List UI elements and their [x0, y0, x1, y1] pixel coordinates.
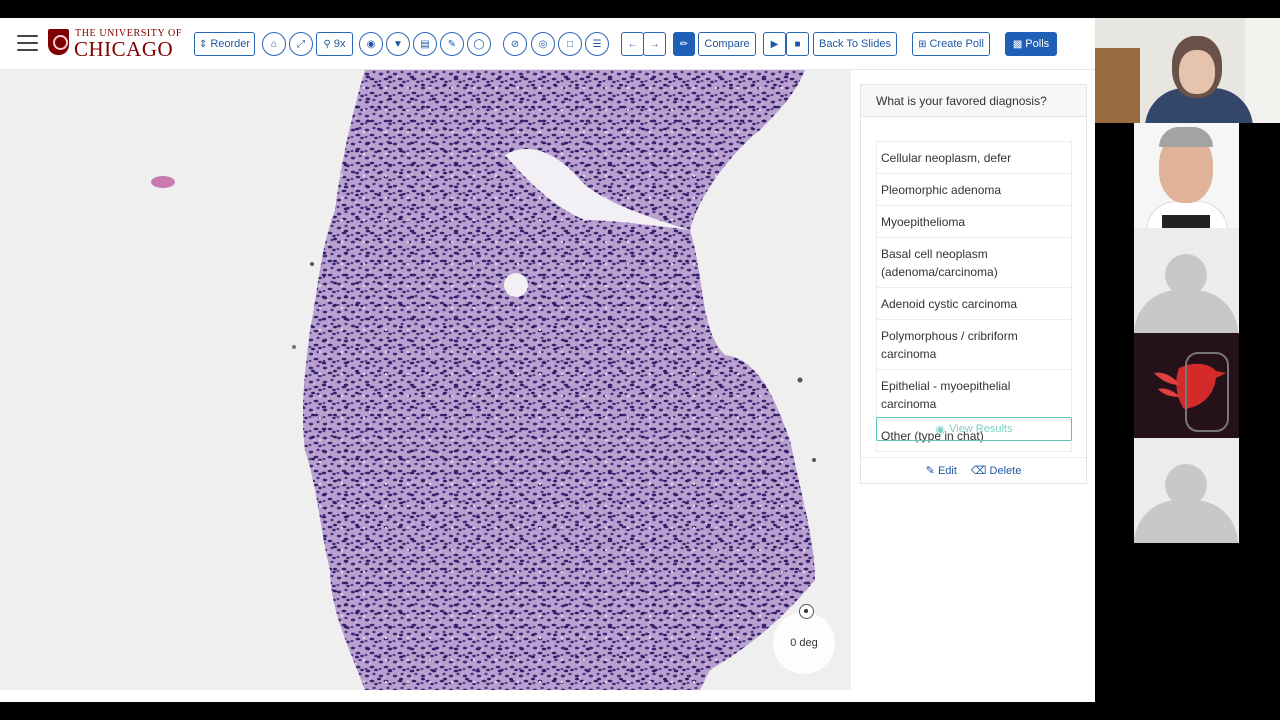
pencil-icon: ✎	[447, 38, 457, 50]
poll-option[interactable]: Cellular neoplasm, defer	[876, 141, 1072, 173]
poll-option[interactable]: Adenoid cystic carcinoma	[876, 287, 1072, 319]
sort-icon: ⇕	[198, 38, 208, 50]
expand-icon: ⤢	[297, 38, 305, 50]
toolbar: THE UNIVERSITY OF CHICAGO ⇕ Reorder ⌂ ⤢ ⚲…	[0, 18, 1095, 70]
view-results-button[interactable]: ◉ View Results	[876, 417, 1072, 441]
poll-panel: What is your favored diagnosis? Cellular…	[851, 70, 1095, 702]
poll-option[interactable]: Pleomorphic adenoma	[876, 173, 1072, 205]
trash-icon: ⌫	[970, 465, 987, 477]
stop-icon: ■	[794, 38, 801, 50]
polls-label: Polls	[1025, 38, 1050, 50]
menu-icon[interactable]	[17, 35, 38, 51]
rotation-knob[interactable]	[799, 604, 814, 619]
measure-button[interactable]: ⊘	[503, 32, 527, 56]
poll-option[interactable]: Basal cell neoplasm (adenoma/carcinoma)	[876, 237, 1072, 287]
poll-options: Cellular neoplasm, defer Pleomorphic ade…	[876, 141, 1072, 452]
video-icon: ▶	[770, 38, 779, 50]
lasso-button[interactable]: ◯	[467, 32, 491, 56]
zoom-label: 9x	[333, 38, 346, 50]
participant-avatar-3	[1134, 228, 1239, 333]
next-slide-button[interactable]: →	[643, 32, 666, 56]
arrow-left-icon: ←	[627, 38, 638, 50]
logo-line2: CHICAGO	[74, 37, 174, 61]
poll-option[interactable]: Epithelial - myoepithelial carcinoma	[876, 369, 1072, 419]
create-poll-button[interactable]: ⊞ Create Poll	[912, 32, 990, 56]
delete-poll-button[interactable]: ⌫ Delete	[971, 464, 1021, 484]
draw-button[interactable]: ✎	[440, 32, 464, 56]
zoom-button[interactable]: ⚲ 9x	[316, 32, 353, 56]
plus-square-icon: ⊞	[918, 38, 927, 50]
camera-icon: ◉	[366, 38, 376, 50]
back-to-slides-button[interactable]: Back To Slides	[813, 32, 897, 56]
eye-icon: ◉	[935, 423, 946, 436]
poll-option[interactable]: Polymorphous / cribriform carcinoma	[876, 319, 1072, 369]
reorder-button[interactable]: ⇕ Reorder	[194, 32, 255, 56]
annotation-list-button[interactable]: ☰	[585, 32, 609, 56]
snapshot-button[interactable]: ◉	[359, 32, 383, 56]
square-annotation-button[interactable]: □	[558, 32, 582, 56]
edit-label: Edit	[937, 465, 957, 477]
prev-slide-button[interactable]: ←	[621, 32, 644, 56]
polls-button[interactable]: ▩ Polls	[1005, 32, 1057, 56]
participant-logo-4	[1134, 333, 1239, 438]
pin-icon: ✏	[679, 38, 689, 50]
zoom-icon: ⚲	[323, 38, 331, 50]
create-poll-label: Create Poll	[929, 38, 984, 50]
filter-icon: ▼	[393, 38, 403, 50]
stop-button[interactable]: ■	[786, 32, 809, 56]
view-results-label: View Results	[949, 423, 1013, 435]
expand-button[interactable]: ⤢	[289, 32, 313, 56]
poll-option[interactable]: Myoepithelioma	[876, 205, 1072, 237]
back-to-slides-label: Back To Slides	[819, 38, 891, 50]
reorder-label: Reorder	[210, 38, 251, 50]
delete-label: Delete	[989, 465, 1022, 477]
shield-icon	[48, 29, 69, 55]
arrow-right-icon: →	[649, 38, 660, 50]
record-button[interactable]: ▶	[763, 32, 786, 56]
rotation-label: 0 deg	[790, 637, 818, 649]
participant-video-presenter	[1095, 18, 1280, 123]
poll-card-footer: ✎ Edit ⌫ Delete	[861, 457, 1086, 484]
home-button[interactable]: ⌂	[262, 32, 286, 56]
screen: THE UNIVERSITY OF CHICAGO ⇕ Reorder ⌂ ⤢ ⚲…	[0, 0, 1280, 720]
circle-target-icon: ◎	[538, 38, 548, 50]
home-icon: ⌂	[270, 38, 278, 50]
edit-poll-button[interactable]: ✎ Edit	[926, 464, 957, 484]
circle-annotation-button[interactable]: ◎	[531, 32, 555, 56]
tissue-slide-image	[0, 70, 851, 690]
measure-icon: ⊘	[510, 38, 520, 50]
rotation-control[interactable]: 0 deg	[773, 612, 835, 674]
slide-viewer-app: THE UNIVERSITY OF CHICAGO ⇕ Reorder ⌂ ⤢ ⚲…	[0, 18, 1095, 702]
compare-button[interactable]: Compare	[698, 32, 756, 56]
compare-label: Compare	[704, 38, 750, 50]
bar-chart-icon: ▩	[1012, 38, 1023, 50]
pin-button[interactable]: ✏	[673, 32, 695, 56]
monitor-icon: ▤	[420, 38, 430, 50]
bird-logo-icon	[1154, 352, 1229, 432]
participant-avatar-5	[1134, 438, 1239, 543]
square-icon: □	[566, 38, 574, 50]
poll-card: What is your favored diagnosis? Cellular…	[860, 84, 1087, 484]
slide-image-viewer[interactable]: 0 deg	[0, 70, 851, 690]
filter-button[interactable]: ▼	[386, 32, 410, 56]
list-icon: ☰	[592, 38, 602, 50]
participant-video-2	[1134, 123, 1239, 228]
poll-question: What is your favored diagnosis?	[861, 85, 1086, 117]
lasso-icon: ◯	[473, 38, 485, 50]
display-button[interactable]: ▤	[413, 32, 437, 56]
edit-icon: ✎	[925, 465, 935, 477]
